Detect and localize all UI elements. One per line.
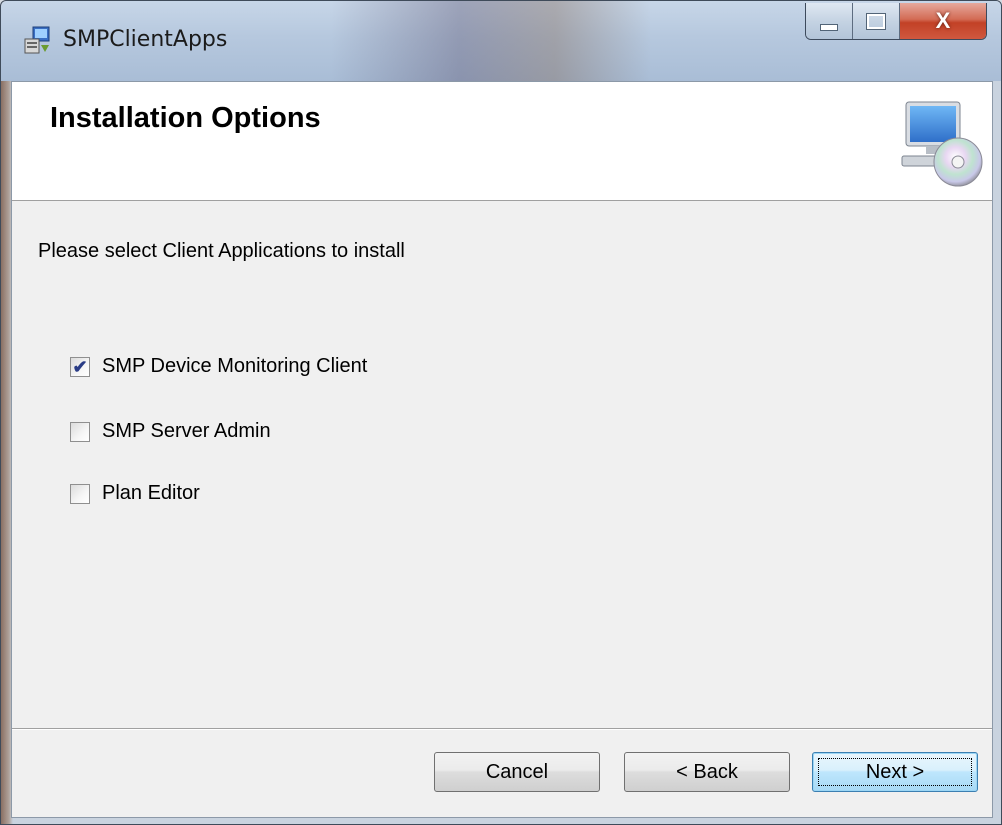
installer-icon[interactable] bbox=[23, 25, 53, 55]
instruction-text: Please select Client Applications to ins… bbox=[38, 240, 405, 262]
minimize-button[interactable] bbox=[806, 3, 853, 39]
dialog-body: Installation Options Please select Clien… bbox=[11, 81, 993, 818]
maximize-button[interactable] bbox=[853, 3, 900, 39]
close-button[interactable]: X bbox=[900, 3, 986, 39]
page-title: Installation Options bbox=[50, 102, 321, 134]
option-plan-editor[interactable]: Plan Editor bbox=[70, 482, 200, 505]
maximize-icon bbox=[867, 13, 885, 29]
option-smp-device-monitoring-client[interactable]: ✔ SMP Device Monitoring Client bbox=[70, 355, 367, 378]
header-banner: Installation Options bbox=[12, 82, 992, 201]
checkbox-plan-editor[interactable] bbox=[70, 483, 90, 504]
minimize-icon bbox=[820, 23, 838, 31]
option-label: Plan Editor bbox=[102, 482, 200, 504]
installer-window: SMPClientApps X Installation Options Ple… bbox=[0, 0, 1002, 825]
footer-divider bbox=[12, 728, 992, 730]
title-bar-glass bbox=[331, 1, 651, 81]
focus-ring bbox=[818, 758, 972, 786]
option-label: SMP Server Admin bbox=[102, 420, 271, 442]
cancel-button[interactable]: Cancel bbox=[434, 752, 600, 792]
checkbox-smp-server-admin[interactable] bbox=[70, 421, 90, 442]
caption-buttons: X bbox=[805, 3, 987, 40]
close-icon: X bbox=[935, 8, 951, 33]
computer-cd-icon bbox=[901, 101, 983, 187]
option-label: SMP Device Monitoring Client bbox=[102, 355, 368, 377]
next-button[interactable]: Next > bbox=[812, 752, 978, 792]
checkmark-icon: ✔ bbox=[72, 356, 88, 377]
window-title: SMPClientApps bbox=[63, 27, 228, 52]
checkbox-smp-device-monitoring-client[interactable]: ✔ bbox=[70, 356, 90, 377]
option-smp-server-admin[interactable]: SMP Server Admin bbox=[70, 420, 271, 443]
back-button[interactable]: < Back bbox=[624, 752, 790, 792]
title-bar[interactable]: SMPClientApps X bbox=[1, 1, 1001, 81]
